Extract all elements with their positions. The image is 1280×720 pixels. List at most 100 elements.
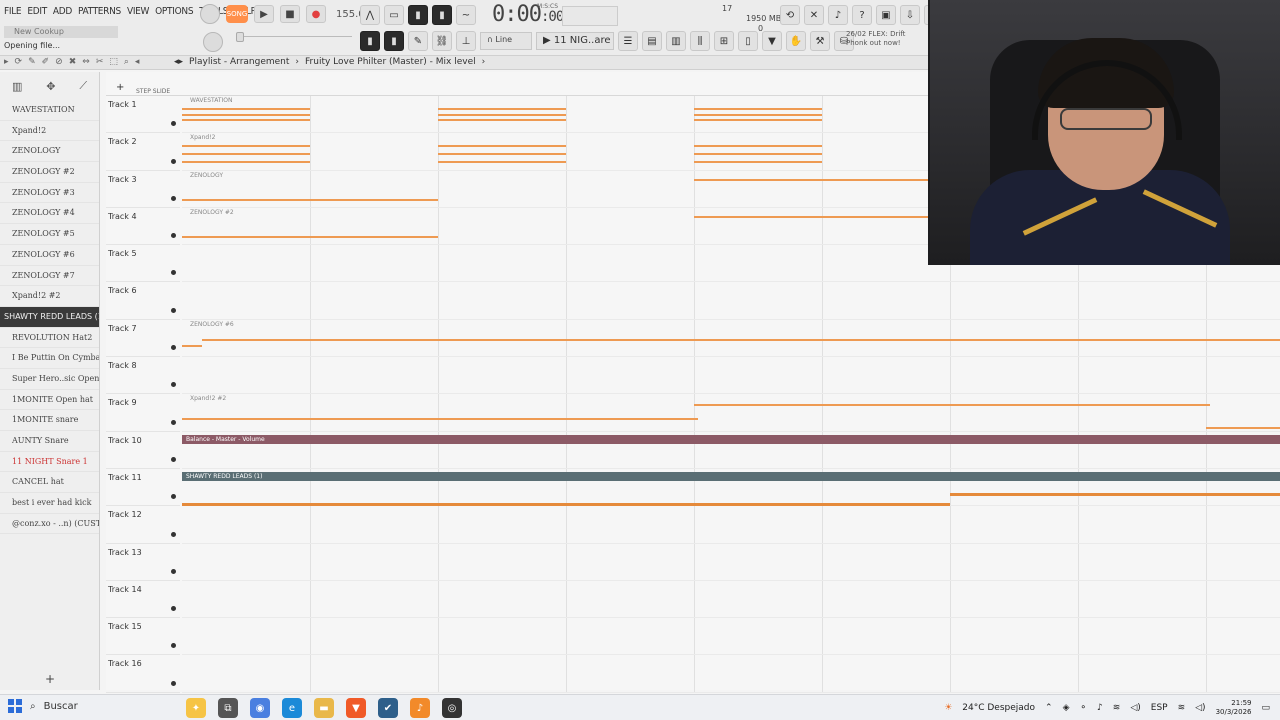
slider-knob[interactable] [236,32,244,42]
volume-icon[interactable]: ◁) [1130,703,1140,713]
wait-icon[interactable]: ▭ [384,5,404,25]
track-header[interactable]: Track 14 [106,581,180,619]
track-dot-icon[interactable] [171,345,176,351]
breadcrumb-target[interactable]: Fruity Love Philter (Master) - Mix level [305,57,476,67]
browser-item[interactable]: ZENOLOGY #6 [0,245,99,266]
pattern-clip[interactable] [438,108,566,110]
track-lane[interactable] [182,581,1280,619]
track-lane[interactable]: Balance - Master - Volume [182,432,1280,469]
automation-clip[interactable]: Balance - Master - Volume [182,434,1280,444]
track-header[interactable]: Track 5 [106,245,180,283]
news-ticker[interactable]: 26/02 FLEX: Drift Phonk out now! [846,30,926,48]
pencil-icon[interactable]: ✎ [408,31,428,51]
track-dot-icon[interactable] [171,270,176,276]
track-header[interactable]: Track 11 [106,469,180,507]
play-button[interactable]: ▶ [254,5,274,23]
track-dot-icon[interactable] [171,195,176,201]
speaker-icon[interactable]: ◂ [135,57,140,67]
wifi-icon[interactable]: ≋ [1178,703,1186,713]
song-mode-icon[interactable]: ▮ [384,31,404,51]
slice-icon[interactable]: ✂ [96,57,104,67]
track-lane[interactable]: SHAWTY REDD LEADS (1) [182,469,1280,507]
steam-icon[interactable]: ✔ [378,698,398,718]
browser-item[interactable]: ZENOLOGY #3 [0,183,99,204]
taskbar-clock[interactable]: 21:59 30/3/2026 [1216,699,1252,717]
wrench-icon[interactable]: ⚒ [810,31,830,51]
track-header[interactable]: Track 7 [106,320,180,358]
pattern-clip-header[interactable]: SHAWTY REDD LEADS (1) [182,472,1280,481]
weather-text[interactable]: 24°C Despejado [962,703,1035,713]
edge-icon[interactable]: e [282,698,302,718]
track-dot-icon[interactable] [171,419,176,425]
track-header[interactable]: Track 12 [106,506,180,544]
taskbar-search[interactable]: ⌕ Buscar [30,701,180,712]
main-slider[interactable] [236,32,352,44]
add-icon[interactable]: + [0,672,100,690]
browser-item[interactable]: @conz.xo - ..n) (CUSTOM) [0,514,99,535]
stamp-icon[interactable]: ⊥ [456,31,476,51]
loop-record-icon[interactable]: ▮ [432,5,452,25]
pattern-clip[interactable] [694,145,822,148]
chrome-icon[interactable]: ◉ [250,698,270,718]
track-dot-icon[interactable] [171,233,176,239]
slip-icon[interactable]: ⇔ [82,57,90,67]
export-icon[interactable]: ⇩ [900,5,920,25]
track-header[interactable]: Track 1 [106,96,180,134]
move-icon[interactable]: ✥ [46,80,55,93]
pattern-clip[interactable] [182,145,310,148]
audio-icon[interactable]: ▼ [762,31,782,51]
windows-start-icon[interactable] [8,699,22,713]
track-header[interactable]: Track 2 [106,133,180,171]
track-dot-icon[interactable] [171,307,176,313]
metronome-icon[interactable]: ⋀ [360,5,380,25]
browser-item[interactable]: ZENOLOGY #2 [0,162,99,183]
arrow-right-icon[interactable]: ▸ [4,57,9,67]
menu-view[interactable]: VIEW [127,6,149,17]
tray-app-icon[interactable]: ◈ [1063,703,1070,713]
save-icon[interactable]: ▣ [876,5,896,25]
snap-select[interactable]: ∩ Line [480,32,532,50]
step-edit-icon[interactable]: ~ [456,5,476,25]
pattern-clip[interactable] [694,404,1210,407]
track-header[interactable]: Track 3 [106,171,180,208]
menu-patterns[interactable]: PATTERNS [78,6,121,17]
stop-button[interactable]: ■ [280,5,300,23]
piano-icon[interactable]: ▥ [12,80,22,93]
brave-icon[interactable]: ▼ [346,698,366,718]
browser-item[interactable]: ZENOLOGY #7 [0,266,99,287]
network-icon[interactable]: ⚬ [1079,703,1087,713]
track-lane[interactable] [182,506,1280,544]
browser-item[interactable]: 11 NIGHT Snare 1 [0,452,99,473]
mute-icon[interactable]: ✖ [69,57,77,67]
browser-item[interactable]: CANCEL hat [0,472,99,494]
delete-icon[interactable]: ⊘ [55,57,63,67]
song-mode-button[interactable]: SONG [226,5,248,23]
track-header[interactable]: Track 10 [106,432,180,469]
countdown-icon[interactable]: ▮ [408,5,428,25]
touch-icon[interactable]: ✋ [786,31,806,51]
pattern-mode-icon[interactable]: ▮ [360,31,380,51]
track-dot-icon[interactable] [171,382,176,388]
piano-roll-icon[interactable]: ▤ [642,31,662,51]
track-header[interactable]: Track 13 [106,544,180,581]
track-lane[interactable]: ZENOLOGY #6 [182,320,1280,358]
track-header[interactable]: Track 8 [106,357,180,395]
track-header[interactable]: Track 15 [106,618,180,656]
task-view-icon[interactable]: ⧉ [218,698,238,718]
menu-edit[interactable]: EDIT [27,6,47,17]
zoom-icon[interactable]: ⌕ [124,57,129,67]
track-header[interactable]: Track 4 [106,208,180,246]
pattern-clip[interactable] [182,235,438,238]
pattern-clip[interactable] [182,418,698,421]
master-pitch-knob[interactable] [203,32,223,52]
add-track-icon[interactable]: + [116,82,124,93]
volume-icon[interactable]: ◁) [1195,703,1205,713]
pattern-clip[interactable] [950,493,1280,496]
track-dot-icon[interactable] [171,680,176,686]
select-icon[interactable]: ⬚ [109,57,118,67]
browser-icon[interactable]: ⊞ [714,31,734,51]
track-dot-icon[interactable] [171,643,176,649]
pattern-clip[interactable] [182,108,310,110]
track-header[interactable]: Track 6 [106,282,180,320]
track-dot-icon[interactable] [171,531,176,537]
